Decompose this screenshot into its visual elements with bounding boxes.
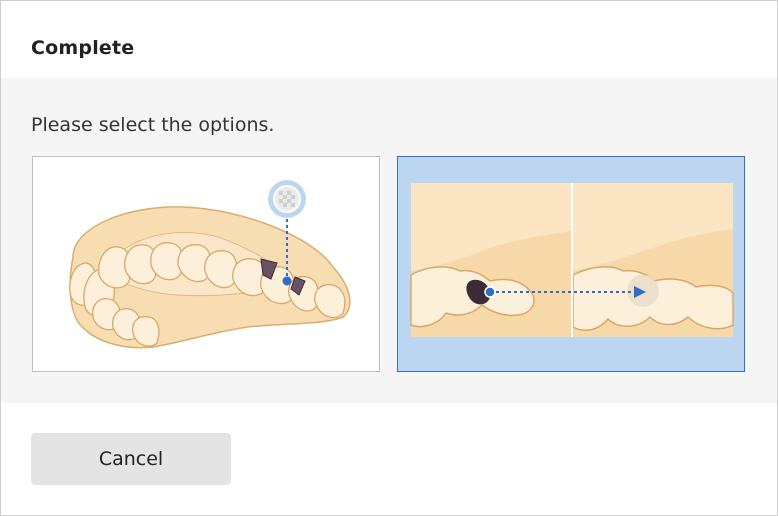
dialog-title: Complete xyxy=(31,37,135,59)
tooth-side-view-icon xyxy=(410,183,734,337)
tooth-side-view-option[interactable] xyxy=(397,156,745,372)
teeth-arch-icon xyxy=(69,180,351,349)
dialog-footer: Cancel xyxy=(1,403,777,515)
prompt-text: Please select the options. xyxy=(31,114,275,136)
dialog-content: Please select the options. xyxy=(1,78,777,403)
cancel-button[interactable]: Cancel xyxy=(31,433,231,485)
complete-dialog: Complete Please select the options. Canc… xyxy=(0,0,778,516)
teeth-arch-option[interactable] xyxy=(32,156,380,372)
dialog-header: Complete xyxy=(1,1,777,78)
